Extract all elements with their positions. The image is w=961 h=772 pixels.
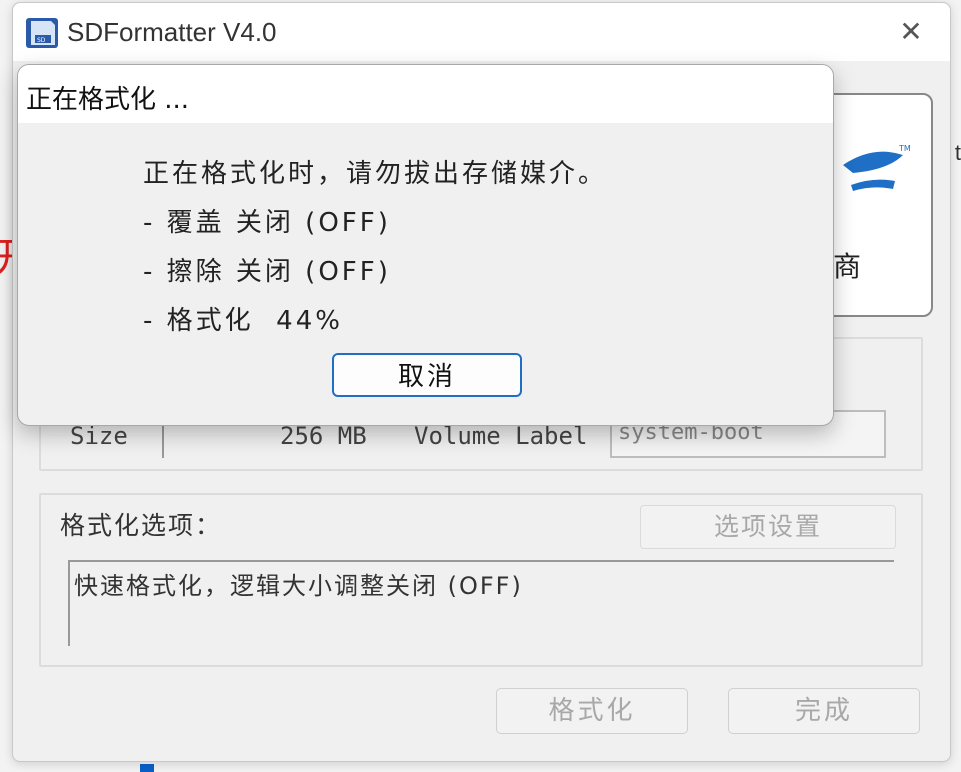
format-options-title: 格式化选项：: [60, 511, 223, 540]
dialog-format-progress: - 格式化 44%: [143, 306, 343, 336]
volume-label-caption: Volume Label: [414, 422, 588, 450]
window-title: SDFormatter V4.0: [67, 17, 277, 47]
logo-partial-text: 商: [833, 250, 862, 283]
title-bar[interactable]: SD SDFormatter V4.0 ✕: [13, 3, 950, 61]
dialog-warning-text: 正在格式化时，请勿拔出存储媒介。: [143, 159, 608, 189]
svg-text:TM: TM: [898, 144, 911, 153]
sd-card-app-icon: SD: [26, 18, 58, 48]
dialog-erase-status: - 擦除 关闭 (OFF): [143, 257, 391, 287]
size-label: Size: [70, 422, 128, 450]
sd-logo-icon: TM: [843, 144, 911, 191]
background-right-text: t: [954, 140, 961, 165]
dialog-title: 正在格式化 ...: [26, 85, 190, 115]
dialog-overwrite-status: - 覆盖 关闭 (OFF): [143, 208, 391, 238]
svg-text:SD: SD: [37, 37, 46, 44]
taskbar-fragment: [140, 764, 154, 772]
format-button[interactable]: 格式化: [496, 688, 688, 734]
format-options-summary: 快速格式化，逻辑大小调整关闭 (OFF): [68, 560, 894, 646]
size-value: 256 MB: [280, 422, 367, 450]
done-button[interactable]: 完成: [728, 688, 920, 734]
option-settings-button[interactable]: 选项设置: [640, 505, 896, 549]
dialog-title-bar[interactable]: 正在格式化 ...: [18, 65, 833, 123]
cancel-button[interactable]: 取消: [332, 353, 522, 397]
formatting-progress-dialog: 正在格式化 ... 正在格式化时，请勿拔出存储媒介。 - 覆盖 关闭 (OFF)…: [17, 64, 834, 426]
close-icon[interactable]: ✕: [896, 17, 926, 47]
